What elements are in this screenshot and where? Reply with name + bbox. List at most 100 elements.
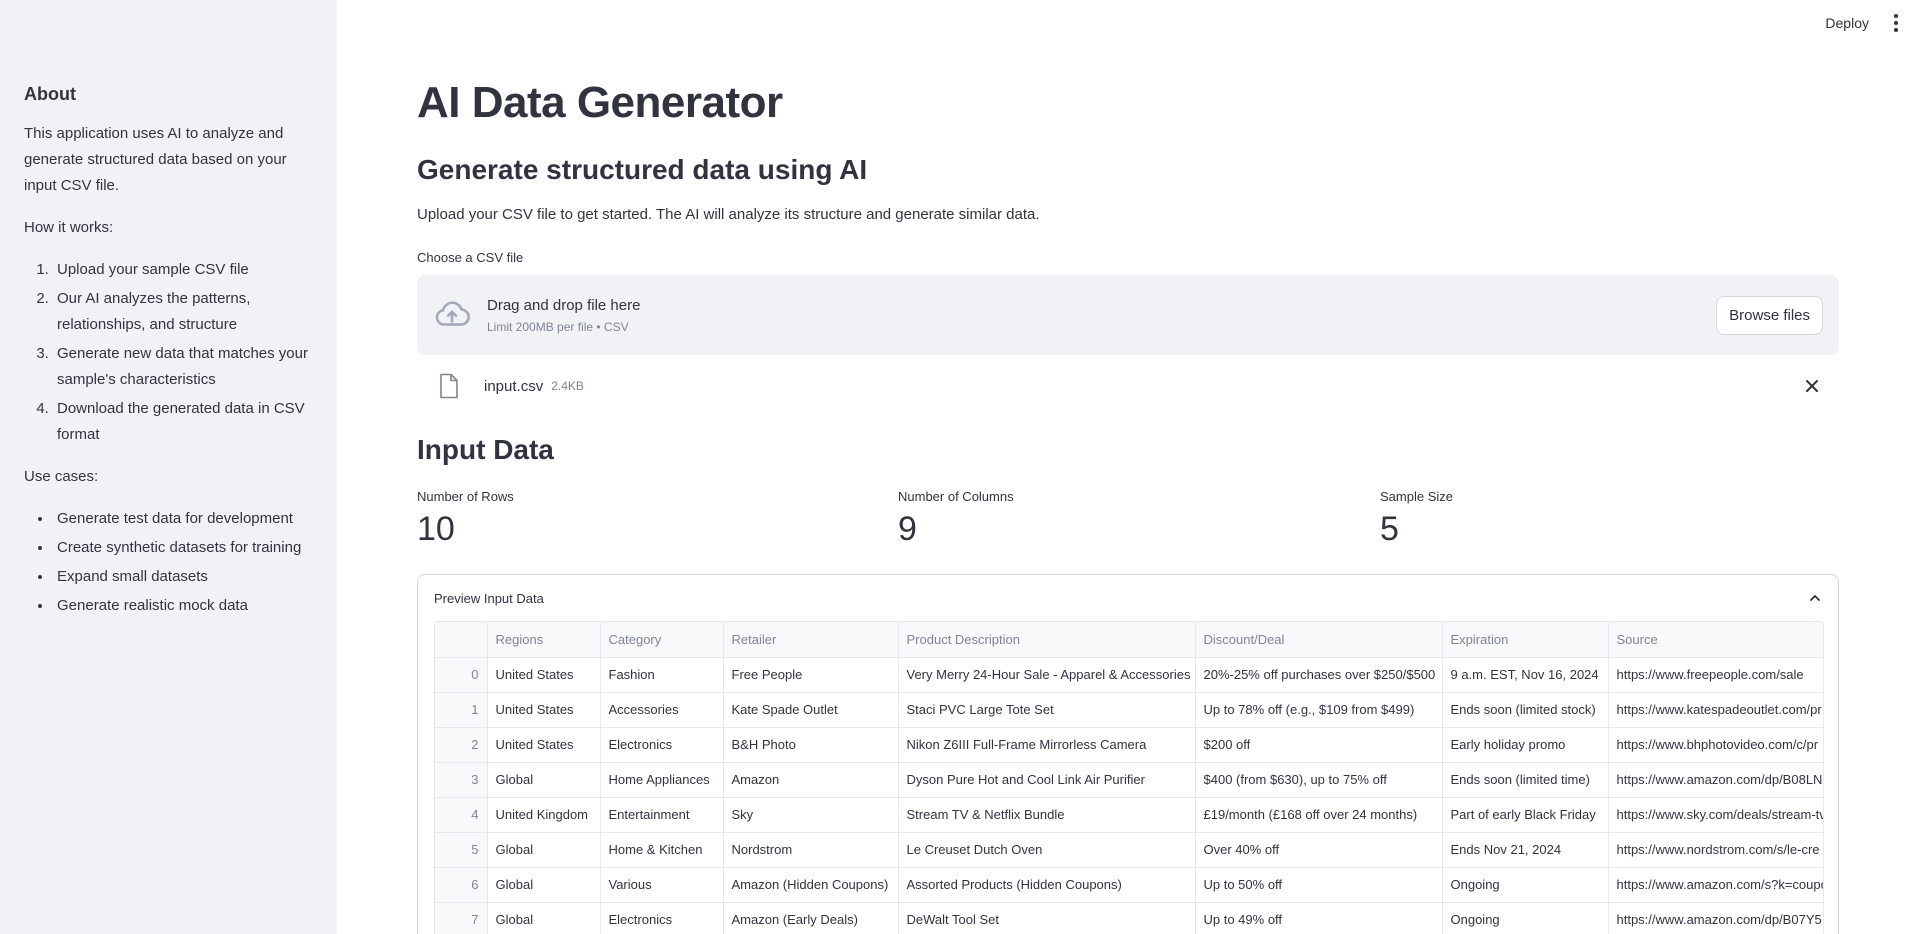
table-cell[interactable]: $400 (from $630), up to 75% off [1195,762,1443,798]
table-cell[interactable]: https://www.bhphotovideo.com/c/pr [1608,727,1823,763]
kebab-menu-icon[interactable] [1889,14,1903,32]
row-index-cell[interactable]: 4 [435,797,488,833]
metric-label: Number of Columns [898,489,1014,504]
table-cell[interactable]: https://www.amazon.com/dp/B08LN [1608,762,1823,798]
table-cell[interactable]: Le Creuset Dutch Oven [898,832,1196,868]
table-cell[interactable]: Up to 50% off [1195,867,1443,903]
uploader-label: Choose a CSV file [417,250,524,265]
metric-value: 9 [898,510,917,548]
table-cell[interactable]: Up to 78% off (e.g., $109 from $499) [1195,692,1443,728]
table-cell[interactable]: United Kingdom [487,797,601,833]
chevron-up-icon [1810,595,1820,601]
preview-expander-header[interactable]: Preview Input Data [418,575,1838,621]
table-cell[interactable]: Up to 49% off [1195,902,1443,934]
table-cell[interactable]: Stream TV & Netflix Bundle [898,797,1196,833]
row-index-cell[interactable]: 5 [435,832,488,868]
table-cell[interactable]: Over 40% off [1195,832,1443,868]
table-cell[interactable]: DeWalt Tool Set [898,902,1196,934]
deploy-button[interactable]: Deploy [1821,11,1873,35]
table-cell[interactable]: Home & Kitchen [600,832,724,868]
how-it-works-label: How it works: [24,219,114,236]
file-dropzone[interactable]: Drag and drop file here Limit 200MB per … [417,275,1839,355]
table-cell[interactable]: Global [487,867,601,903]
column-header[interactable]: Category [600,622,724,658]
table-cell[interactable]: Amazon [723,762,899,798]
table-cell[interactable]: https://www.amazon.com/s?k=coupo [1608,867,1823,903]
preview-title: Preview Input Data [434,590,544,606]
table-cell[interactable]: Amazon (Hidden Coupons) [723,867,899,903]
table-row[interactable]: 0 United States Fashion Free People Very Mer… [435,657,1823,693]
table-cell[interactable]: Global [487,902,601,934]
table-cell[interactable]: Various [600,867,724,903]
table-cell[interactable]: United States [487,657,601,693]
column-header[interactable]: Expiration [1442,622,1609,658]
table-row[interactable]: 5 Global Home & Kitchen Nordstrom Le Creuset… [435,832,1823,868]
table-cell[interactable]: Sky [723,797,899,833]
use-case-item: Generate test data for development [53,506,313,532]
table-cell[interactable]: Ends soon (limited stock) [1442,692,1609,728]
table-cell[interactable]: Staci PVC Large Tote Set [898,692,1196,728]
table-cell[interactable]: Global [487,832,601,868]
column-header[interactable]: Retailer [723,622,899,658]
column-header[interactable]: Discount/Deal [1195,622,1443,658]
table-cell[interactable]: Amazon (Early Deals) [723,902,899,934]
table-cell[interactable]: Ongoing [1442,867,1609,903]
table-cell[interactable]: Electronics [600,727,724,763]
table-cell[interactable]: Assorted Products (Hidden Coupons) [898,867,1196,903]
metric-label: Sample Size [1380,489,1453,504]
table-cell[interactable]: Ongoing [1442,902,1609,934]
table-cell[interactable]: https://www.katespadeoutlet.com/pr [1608,692,1823,728]
row-index-cell[interactable]: 3 [435,762,488,798]
table-cell[interactable]: £19/month (£168 off over 24 months) [1195,797,1443,833]
table-row[interactable]: 1 United States Accessories Kate Spade Outl… [435,692,1823,728]
column-header[interactable]: Source [1608,622,1823,658]
table-cell[interactable]: https://www.amazon.com/dp/B07Y5 [1608,902,1823,934]
table-row[interactable]: 2 United States Electronics B&H Photo Nikon … [435,727,1823,763]
table-cell[interactable]: Free People [723,657,899,693]
table-cell[interactable]: B&H Photo [723,727,899,763]
table-cell[interactable]: Dyson Pure Hot and Cool Link Air Purifie… [898,762,1196,798]
browse-files-button[interactable]: Browse files [1716,295,1823,335]
table-cell[interactable]: $200 off [1195,727,1443,763]
data-table[interactable]: Regions Category Retailer Product Descri… [434,621,1824,934]
step-item: Download the generated data in CSV forma… [53,396,313,448]
table-cell[interactable]: https://www.nordstrom.com/s/le-cre [1608,832,1823,868]
table-cell[interactable]: 9 a.m. EST, Nov 16, 2024 [1442,657,1609,693]
table-cell[interactable]: Entertainment [600,797,724,833]
table-row[interactable]: 7 Global Electronics Amazon (Early Deals) De… [435,902,1823,934]
table-cell[interactable]: Ends soon (limited time) [1442,762,1609,798]
row-index-cell[interactable]: 1 [435,692,488,728]
table-cell[interactable]: United States [487,727,601,763]
table-row[interactable]: 6 Global Various Amazon (Hidden Coupons) Ass… [435,867,1823,903]
row-index-cell[interactable]: 7 [435,902,488,934]
column-header[interactable]: Product Description [898,622,1196,658]
column-header[interactable]: Regions [487,622,601,658]
table-cell[interactable]: Part of early Black Friday [1442,797,1609,833]
metric-rows: Number of Rows 10 [417,489,514,549]
table-row[interactable]: 4 United Kingdom Entertainment Sky Stream TV… [435,797,1823,833]
close-icon[interactable] [1803,377,1821,395]
table-cell[interactable]: Nikon Z6III Full-Frame Mirrorless Camera [898,727,1196,763]
table-row[interactable]: 3 Global Home Appliances Amazon Dyson Pure H… [435,762,1823,798]
dropzone-title: Drag and drop file here [487,296,641,314]
table-cell[interactable]: https://www.sky.com/deals/stream-tv [1608,797,1823,833]
table-cell[interactable]: 20%-25% off purchases over $250/$500 [1195,657,1443,693]
table-cell[interactable]: United States [487,692,601,728]
table-cell[interactable]: Accessories [600,692,724,728]
column-header[interactable] [435,622,488,658]
table-cell[interactable]: Global [487,762,601,798]
table-cell[interactable]: Early holiday promo [1442,727,1609,763]
row-index-cell[interactable]: 2 [435,727,488,763]
file-size: 2.4KB [551,379,584,393]
table-cell[interactable]: Nordstrom [723,832,899,868]
table-cell[interactable]: Kate Spade Outlet [723,692,899,728]
table-cell[interactable]: Ends Nov 21, 2024 [1442,832,1609,868]
row-index-cell[interactable]: 0 [435,657,488,693]
table-cell[interactable]: https://www.freepeople.com/sale [1608,657,1823,693]
row-index-cell[interactable]: 6 [435,867,488,903]
file-name: input.csv [484,377,544,395]
table-cell[interactable]: Electronics [600,902,724,934]
table-cell[interactable]: Fashion [600,657,724,693]
table-cell[interactable]: Very Merry 24-Hour Sale - Apparel & Acce… [898,657,1196,693]
table-cell[interactable]: Home Appliances [600,762,724,798]
